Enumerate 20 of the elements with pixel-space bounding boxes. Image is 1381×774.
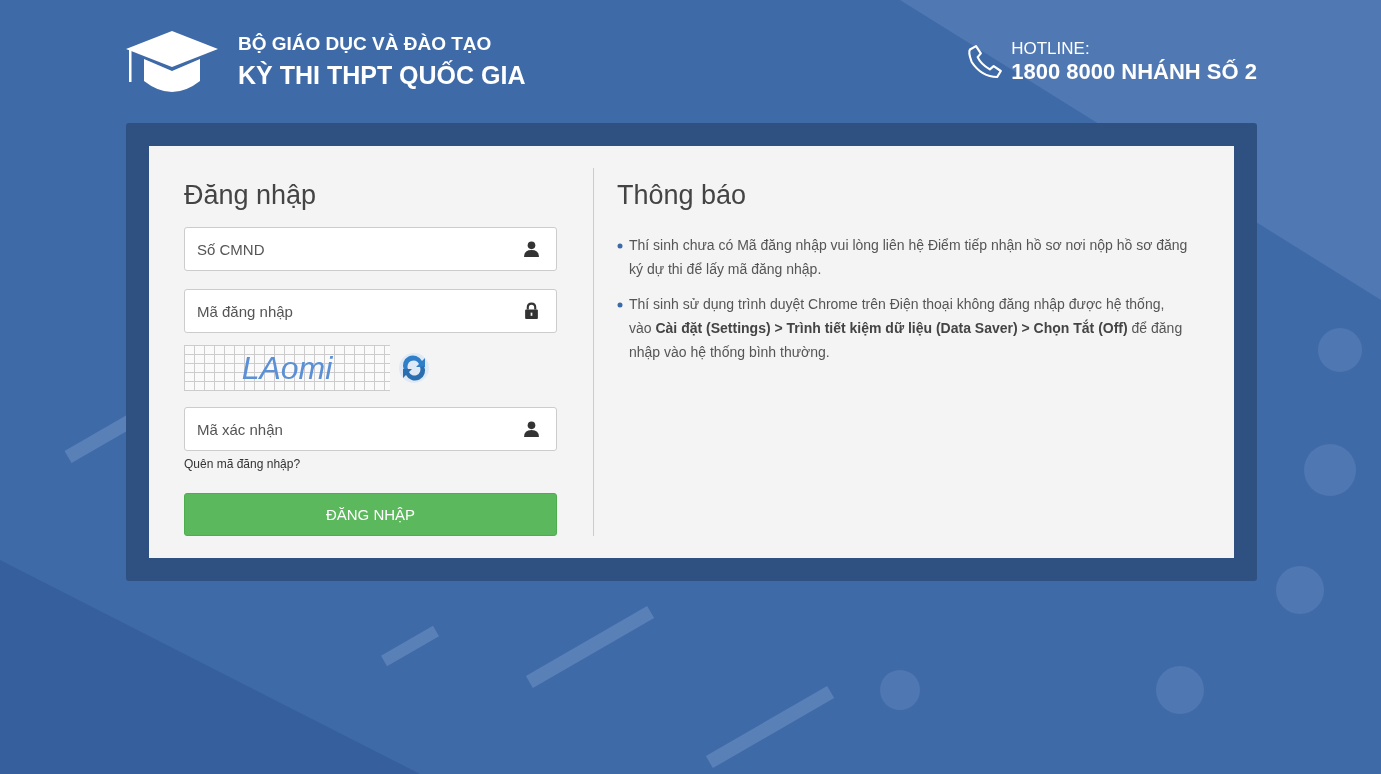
input-field[interactable]: Số CMND [184, 227, 557, 271]
exam-title: KỲ THI THPT QUỐC GIA [238, 61, 526, 90]
captcha-image: LAomi [184, 345, 390, 391]
user-icon [523, 420, 540, 437]
notice-text: Thí sinh sử dụng trình duyệt Chrome trên Điện thoại không đăng nhập được hệ thống, vào Cài đặt (Settings) > Trình tiết kiệm dữ liệu (Data Saver) > Chọn Tắt (Off) để đăng nhập vào hệ thống bình thường. [629, 295, 1184, 362]
notice-heading: Thông báo [617, 180, 748, 211]
bullet-icon [617, 243, 623, 249]
input-field[interactable]: Mã xác nhận [184, 407, 557, 451]
forgot-link[interactable]: Quên mã đăng nhập? [184, 457, 557, 471]
input-field[interactable]: Mã đăng nhập [184, 289, 557, 333]
hotline-label: HOTLINE: [1011, 38, 1091, 59]
notice-text: Thí sinh chưa có Mã đăng nhập vui lòng liên hệ Điểm tiếp nhận hồ sơ nơi nộp hồ sơ đăng ký dự thi để lấy mã đăng nhập. [629, 236, 1189, 279]
graduation-cap-icon [126, 28, 218, 95]
refresh-icon[interactable] [398, 352, 430, 384]
lock-icon [523, 302, 540, 319]
hotline-number: 1800 8000 NHÁNH SỐ 2 [1011, 58, 1257, 85]
user-icon [523, 240, 540, 257]
bullet-icon [617, 302, 623, 308]
login-heading: Đăng nhập [184, 180, 318, 211]
ministry-name: BỘ GIÁO DỤC VÀ ĐÀO TẠO [238, 33, 493, 55]
